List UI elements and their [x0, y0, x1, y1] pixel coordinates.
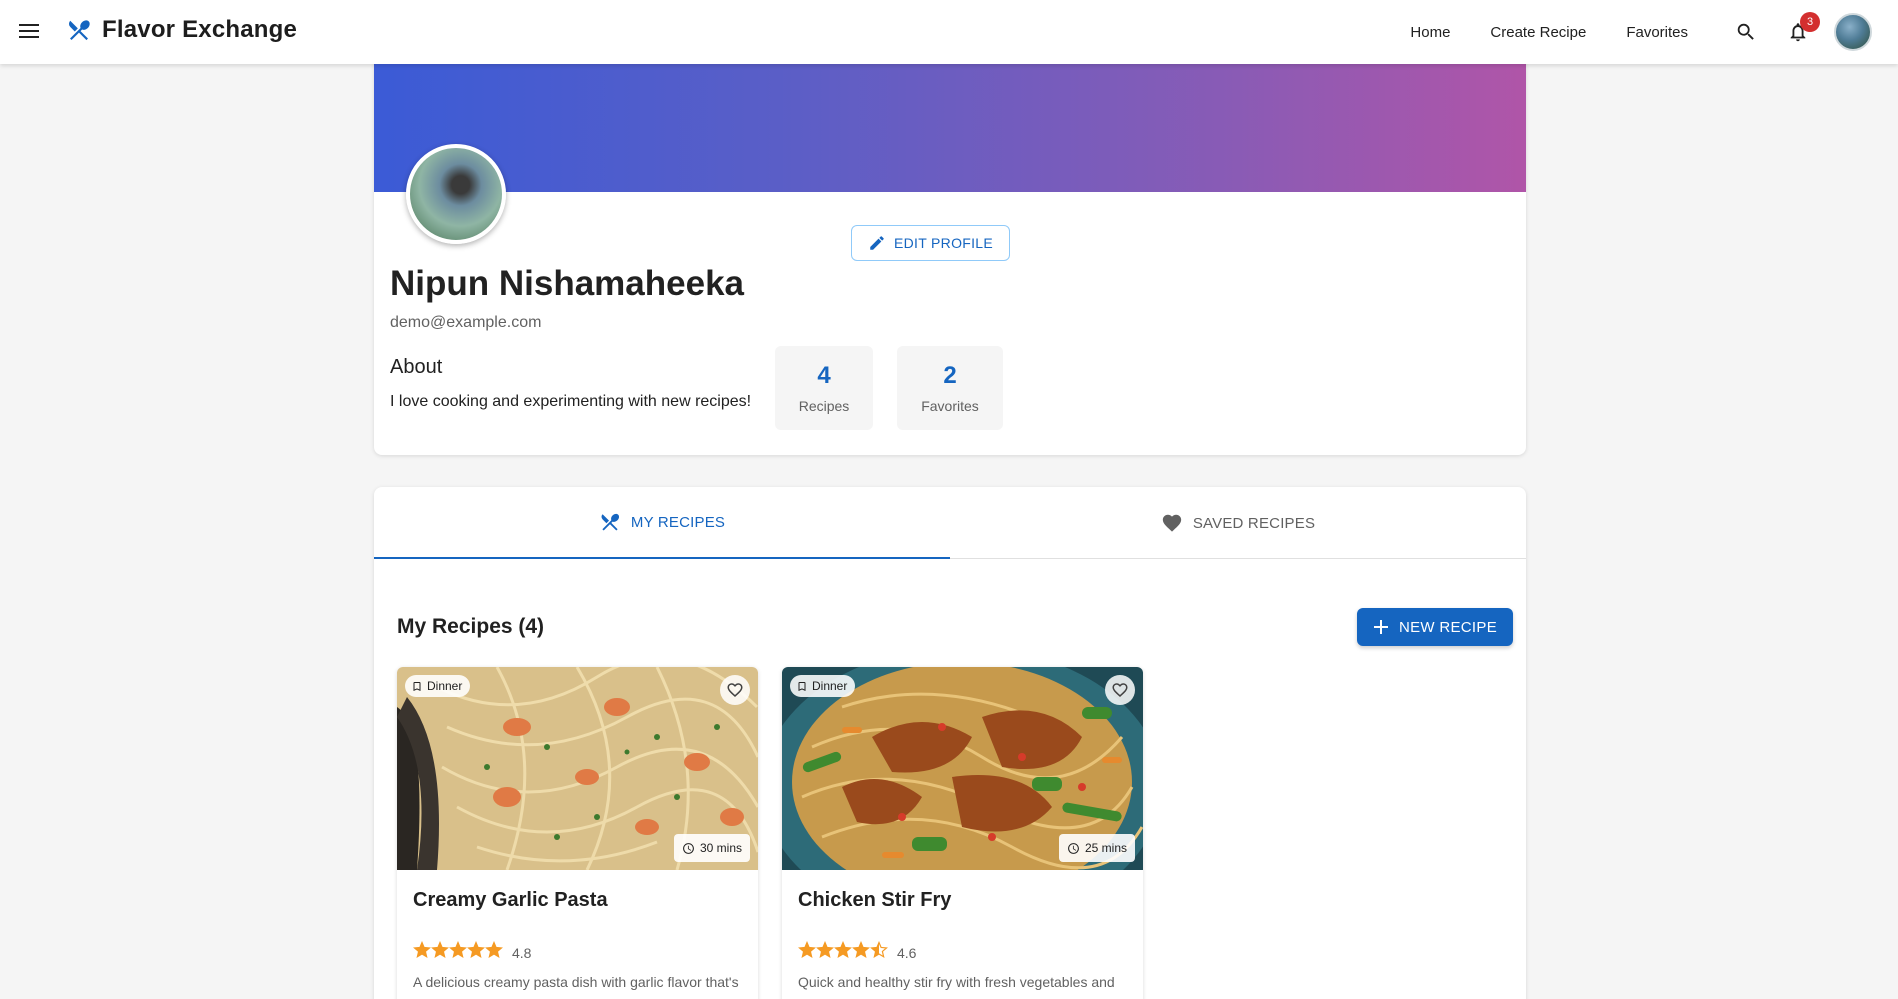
- recipe-image: Dinner 25 mins: [782, 667, 1143, 870]
- new-recipe-button[interactable]: NEW RECIPE: [1357, 608, 1514, 646]
- heart-outline-icon: [1112, 683, 1128, 698]
- stat-favorites: 2 Favorites: [897, 346, 1003, 430]
- tab-label: MY RECIPES: [630, 513, 726, 531]
- about-text: I love cooking and experimenting with ne…: [390, 393, 752, 410]
- star-icon: [449, 940, 467, 958]
- stat-value: 4: [817, 362, 831, 389]
- star-icon: [816, 940, 834, 958]
- category-chip: Dinner: [405, 675, 471, 697]
- notifications-button[interactable]: 3: [1778, 12, 1820, 52]
- plus-icon: [1374, 620, 1388, 634]
- tab-my-recipes[interactable]: MY RECIPES: [374, 487, 950, 559]
- recipe-rating: 4.8: [413, 940, 532, 964]
- app-bar: Flavor Exchange Home Create Recipe Favor…: [0, 0, 1898, 64]
- recipe-tabs: MY RECIPES SAVED RECIPES: [374, 487, 1526, 559]
- top-nav: Home Create Recipe Favorites 3: [1390, 0, 1898, 64]
- search-icon: [1737, 23, 1754, 40]
- profile-card: EDIT PROFILE Nipun Nishamaheeka demo@exa…: [374, 32, 1526, 455]
- nav-favorites[interactable]: Favorites: [1626, 24, 1688, 41]
- search-button[interactable]: [1726, 12, 1766, 52]
- bookmark-icon: [798, 681, 806, 691]
- time-label: 25 mins: [1084, 841, 1127, 855]
- star-icon: [467, 940, 485, 958]
- recipe-card[interactable]: Dinner 25 mins Chicken Stir Fry 4.6 Quic…: [782, 667, 1143, 999]
- tab-saved-recipes[interactable]: SAVED RECIPES: [950, 487, 1526, 559]
- recipe-description: A delicious creamy pasta dish with garli…: [413, 974, 739, 990]
- star-icon: [798, 940, 816, 958]
- section-title: My Recipes (4): [397, 615, 545, 638]
- category-label: Dinner: [812, 679, 848, 693]
- recipe-title: Creamy Garlic Pasta: [413, 889, 608, 911]
- recipes-panel: MY RECIPES SAVED RECIPES My Recipes (4) …: [374, 487, 1526, 999]
- star-icon: [413, 940, 431, 958]
- edit-profile-button[interactable]: EDIT PROFILE: [851, 225, 1011, 261]
- star-icon: [834, 940, 852, 958]
- pencil-icon: [870, 236, 884, 250]
- about-heading: About: [390, 356, 443, 378]
- profile-avatar: [406, 144, 506, 244]
- user-avatar[interactable]: [1834, 13, 1872, 51]
- stat-value: 2: [943, 362, 957, 389]
- brand-logo[interactable]: Flavor Exchange: [66, 16, 297, 44]
- time-label: 30 mins: [699, 841, 742, 855]
- star-icon: [852, 940, 870, 958]
- utensils-icon: [68, 20, 90, 41]
- clock-icon: [1068, 842, 1079, 854]
- star-rating: [798, 940, 888, 964]
- star-icon: [870, 940, 888, 958]
- recipe-rating: 4.6: [798, 940, 917, 964]
- recipe-title: Chicken Stir Fry: [798, 889, 952, 911]
- star-rating: [413, 940, 503, 964]
- rating-value: 4.6: [897, 944, 917, 961]
- favorite-button[interactable]: [720, 675, 750, 705]
- stat-label: Recipes: [798, 398, 850, 414]
- notification-badge: 3: [1800, 12, 1820, 32]
- profile-email: demo@example.com: [390, 314, 542, 331]
- rating-value: 4.8: [512, 944, 532, 961]
- tab-label: SAVED RECIPES: [1192, 514, 1316, 532]
- new-recipe-label: NEW RECIPE: [1399, 618, 1498, 636]
- stat-label: Favorites: [921, 398, 979, 414]
- bookmark-icon: [413, 681, 421, 691]
- nav-home[interactable]: Home: [1410, 24, 1450, 41]
- app-title: Flavor Exchange: [102, 16, 298, 43]
- stat-recipes: 4 Recipes: [775, 346, 873, 430]
- recipe-description: Quick and healthy stir fry with fresh ve…: [798, 974, 1115, 990]
- time-chip: 25 mins: [1058, 834, 1135, 862]
- utensils-icon: [601, 513, 619, 531]
- star-icon: [431, 940, 449, 958]
- clock-icon: [683, 842, 694, 854]
- star-icon: [485, 940, 503, 958]
- favorite-button[interactable]: [1105, 675, 1135, 705]
- heart-outline-icon: [727, 683, 743, 698]
- category-chip: Dinner: [790, 675, 856, 697]
- edit-profile-label: EDIT PROFILE: [894, 235, 994, 251]
- heart-icon: [1162, 514, 1181, 532]
- category-label: Dinner: [427, 679, 463, 693]
- recipe-image: Dinner 30 mins: [397, 667, 758, 870]
- menu-button[interactable]: [16, 18, 42, 44]
- nav-create-recipe[interactable]: Create Recipe: [1490, 24, 1586, 41]
- recipe-card[interactable]: Dinner 30 mins Creamy Garlic Pasta 4.8 A…: [397, 667, 758, 999]
- menu-icon: [19, 24, 39, 38]
- profile-name: Nipun Nishamaheeka: [390, 264, 744, 303]
- time-chip: 30 mins: [673, 834, 750, 862]
